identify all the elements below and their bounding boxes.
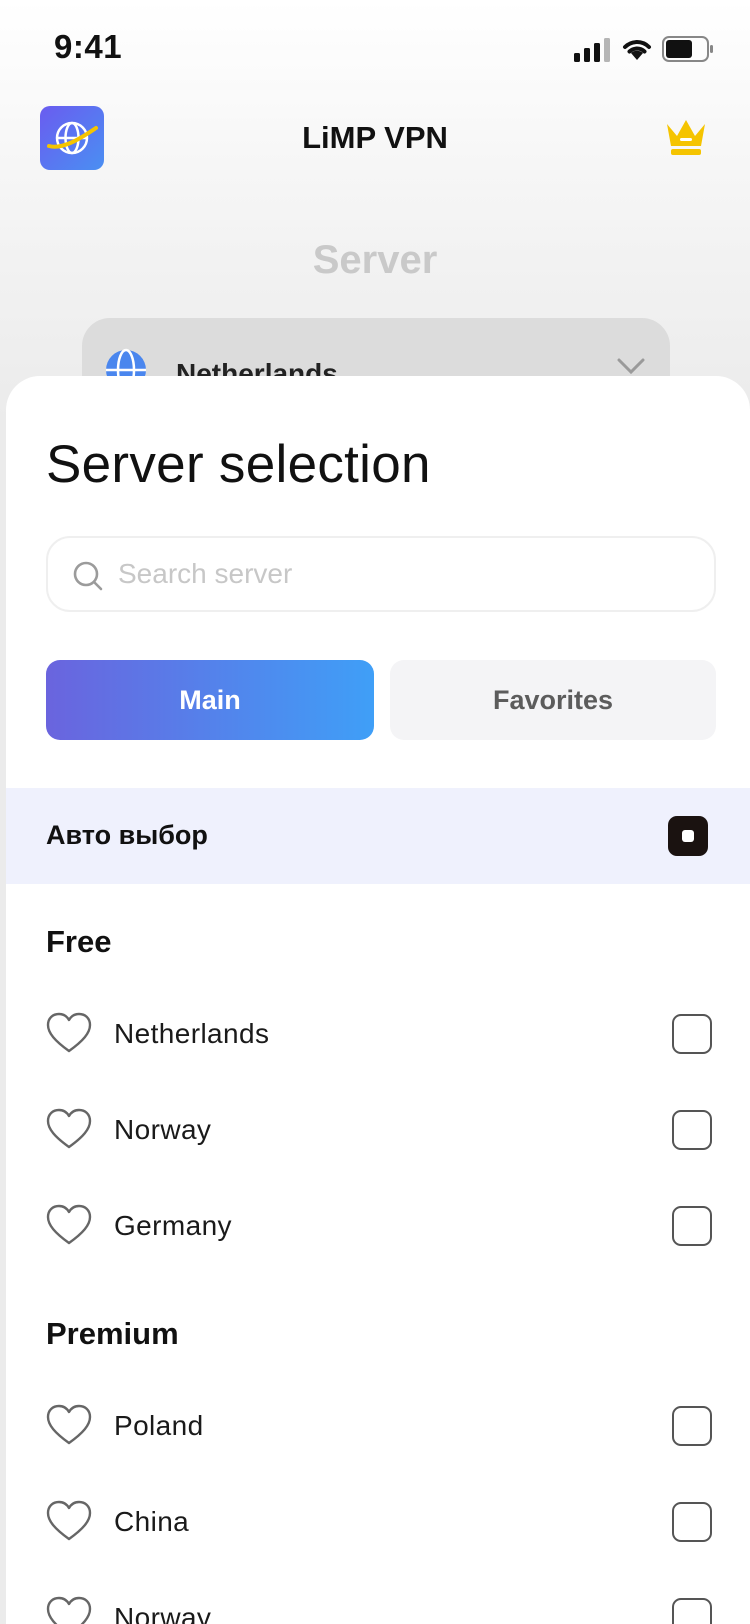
server-checkbox[interactable]: [672, 1110, 712, 1150]
server-name: Norway: [114, 1114, 212, 1145]
auto-select-label: Авто выбор: [46, 820, 208, 850]
server-row[interactable]: Germany: [6, 1180, 750, 1276]
sheet-title: Server selection: [46, 435, 431, 494]
app-header: LiMP VPN: [0, 96, 750, 182]
server-name: Netherlands: [114, 1018, 270, 1049]
server-name: Norway: [114, 1602, 212, 1624]
heart-icon[interactable]: [46, 1404, 92, 1446]
search-box[interactable]: [46, 536, 716, 612]
section-title-premium: Premium: [46, 1316, 179, 1351]
server-name: Poland: [114, 1410, 204, 1441]
heart-icon[interactable]: [46, 1596, 92, 1624]
server-checkbox[interactable]: [672, 1502, 712, 1542]
cellular-signal-icon: [574, 38, 610, 62]
server-checkbox[interactable]: [672, 1598, 712, 1624]
section-title-free: Free: [46, 924, 112, 959]
server-name: Germany: [114, 1210, 232, 1241]
server-heading: Server: [312, 238, 438, 282]
server-row[interactable]: Norway: [6, 1084, 750, 1180]
heart-icon[interactable]: [46, 1012, 92, 1054]
server-checkbox[interactable]: [672, 1406, 712, 1446]
crown-icon[interactable]: [664, 116, 708, 156]
tab-bar: Main Favorites: [46, 660, 716, 740]
wifi-icon: [623, 40, 651, 60]
status-time: 9:41: [54, 28, 123, 65]
server-row[interactable]: Poland: [6, 1380, 750, 1476]
tab-main[interactable]: Main: [46, 660, 374, 740]
server-checkbox[interactable]: [672, 1206, 712, 1246]
server-row[interactable]: Norway: [6, 1572, 750, 1624]
checkbox-checked-mark: [682, 830, 694, 842]
server-row[interactable]: Netherlands: [6, 988, 750, 1084]
server-row[interactable]: China: [6, 1476, 750, 1572]
app-title: LiMP VPN: [302, 120, 448, 155]
search-input[interactable]: [118, 538, 698, 610]
battery-icon: [662, 36, 713, 62]
heart-icon[interactable]: [46, 1500, 92, 1542]
status-bar: 9:41: [0, 0, 750, 96]
auto-select-checkbox[interactable]: [668, 816, 708, 856]
chevron-down-icon: [617, 358, 645, 375]
tab-favorites[interactable]: Favorites: [390, 660, 716, 740]
heart-icon[interactable]: [46, 1204, 92, 1246]
server-checkbox[interactable]: [672, 1014, 712, 1054]
heart-icon[interactable]: [46, 1108, 92, 1150]
server-selection-sheet: Server selection Main Favorites Авто выб…: [6, 376, 750, 1624]
auto-select-row[interactable]: Авто выбор: [6, 788, 750, 884]
server-name: China: [114, 1506, 190, 1537]
search-icon: [73, 561, 103, 591]
